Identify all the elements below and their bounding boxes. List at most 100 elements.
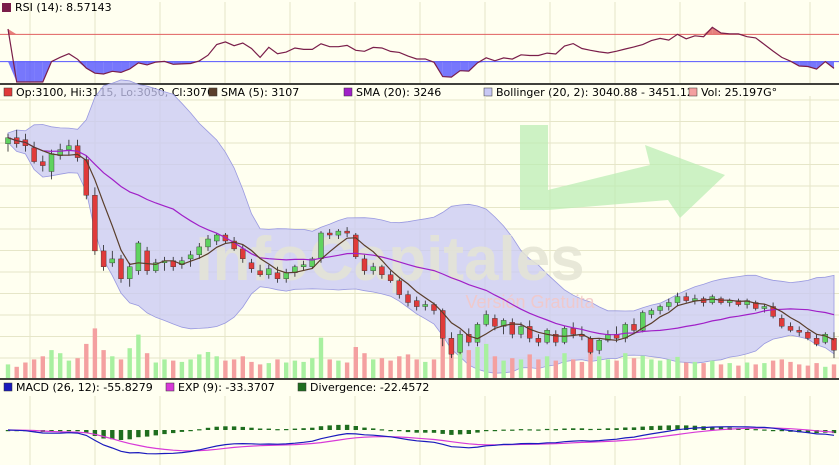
volume-bar — [379, 358, 385, 378]
divergence-bar — [527, 429, 532, 431]
divergence-bar — [501, 429, 506, 431]
candle-body — [422, 304, 428, 307]
divergence-bar — [292, 428, 298, 430]
candle-body — [448, 338, 455, 355]
candle-body — [205, 238, 211, 248]
volume-bar — [623, 353, 628, 378]
candle-body — [370, 266, 376, 271]
volume-bar — [14, 366, 19, 378]
divergence-bar — [171, 430, 176, 434]
divergence-bar — [162, 430, 167, 435]
divergence-bar — [571, 428, 576, 430]
candle-body — [126, 266, 133, 279]
candle-body — [40, 161, 46, 166]
volume-bar — [136, 334, 141, 378]
divergence-bar — [153, 430, 158, 436]
volume-bar — [336, 360, 341, 378]
candle-body — [831, 338, 837, 351]
volume-bar — [431, 359, 437, 378]
divergence-bar — [649, 426, 654, 430]
volume-bar — [118, 359, 124, 378]
volume-bar — [475, 347, 480, 378]
divergence-bar — [770, 430, 776, 432]
candle — [83, 155, 90, 200]
volume-bar — [649, 359, 654, 378]
candle — [353, 233, 359, 259]
volume-bar — [249, 361, 254, 378]
candle-body — [587, 338, 594, 353]
volume-bar — [144, 353, 150, 378]
volume-bar — [266, 363, 271, 378]
divergence-bar — [388, 430, 393, 432]
volume-bar — [518, 359, 524, 378]
candle-body — [544, 330, 550, 343]
divergence-bar — [536, 429, 541, 431]
volume-bar — [788, 361, 793, 378]
divergence-bar — [58, 430, 63, 432]
candle-body — [66, 145, 72, 150]
volume-bar — [127, 348, 132, 378]
volume-bar — [597, 356, 602, 378]
divergence-bar — [301, 428, 306, 430]
volume-bar — [527, 354, 532, 378]
candle-body — [457, 334, 463, 353]
candle-body — [118, 258, 124, 279]
divergence-bar — [188, 430, 193, 432]
divergence-bar — [518, 429, 524, 431]
candle-body — [813, 338, 820, 345]
divergence-bar — [405, 430, 411, 433]
volume-bar — [40, 356, 45, 378]
volume-bar — [179, 361, 185, 378]
legend-label: SMA (5): 3107 — [221, 86, 299, 99]
legend-swatch — [483, 87, 493, 97]
legend-swatch — [297, 382, 307, 392]
candle-body — [257, 270, 263, 275]
volume-bar — [588, 350, 593, 378]
candle-body — [144, 250, 150, 271]
volume-bar — [492, 356, 498, 378]
rsi-oversold-fill — [442, 61, 452, 78]
candle-body — [344, 230, 350, 234]
candle-body — [196, 246, 203, 255]
volume-bar — [753, 364, 758, 378]
volume-bar — [371, 359, 376, 378]
volume-bar — [571, 359, 576, 378]
volume-bar — [414, 359, 419, 378]
volume-bar — [327, 359, 332, 378]
volume-bar — [510, 358, 515, 378]
volume-bar — [153, 362, 158, 378]
candle-body — [300, 264, 307, 267]
volume-bar — [605, 359, 611, 378]
divergence-bar — [475, 430, 480, 433]
volume-bar — [640, 355, 645, 378]
volume-bar — [223, 360, 228, 378]
volume-bar — [805, 365, 811, 378]
volume-bar — [284, 362, 289, 378]
rsi-panel: RSI (14): 8.57143 — [0, 0, 839, 84]
divergence-bar — [449, 430, 454, 435]
volume-bar — [536, 359, 541, 378]
divergence-bar — [205, 427, 211, 430]
divergence-bar — [231, 426, 237, 430]
divergence-bar — [414, 430, 419, 433]
volume-bar — [310, 358, 315, 378]
volume-bar — [423, 361, 428, 378]
candle-body — [761, 306, 768, 309]
divergence-bar — [492, 430, 498, 432]
divergence-bar — [240, 426, 245, 430]
divergence-bar — [310, 427, 315, 430]
divergence-bar — [631, 427, 637, 430]
candle-body — [240, 248, 246, 259]
volume-bar — [318, 337, 324, 378]
volume-bar — [214, 356, 219, 378]
volume-bar — [240, 356, 245, 378]
divergence-bar — [397, 430, 402, 432]
candle-body — [396, 280, 402, 295]
rsi-oversold-fill — [25, 61, 35, 82]
divergence-bar — [75, 430, 80, 432]
candle-body — [779, 318, 785, 327]
divergence-bar — [510, 429, 515, 431]
candle-body — [796, 330, 802, 333]
divergence-bar — [66, 430, 72, 432]
divergence-bar — [197, 429, 202, 431]
